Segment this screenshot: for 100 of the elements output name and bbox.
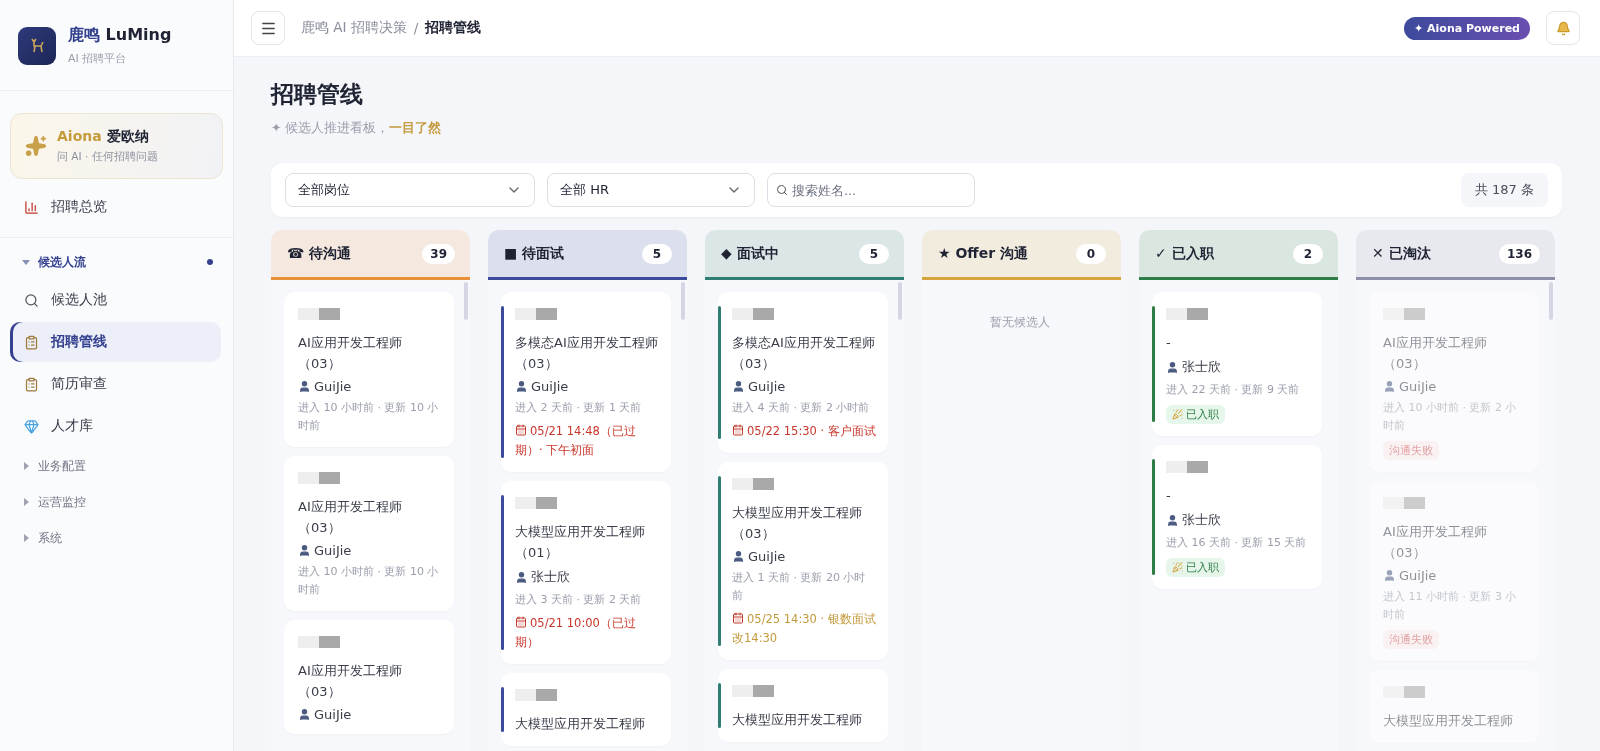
candidate-card[interactable]: AI应用开发工程师（03） GuiJie — [284, 620, 454, 734]
search-field[interactable]: 搜索姓名... — [767, 173, 975, 207]
candidate-card[interactable]: 多模态AI应用开发工程师（03） GuiJie 进入 4 天前 · 更新 2 小时前 05/22 15:30 · 客户面试 — [718, 292, 888, 453]
column-title: ■ 待面试 — [504, 244, 565, 263]
candidate-card[interactable]: - 张士欣 进入 16 天前 · 更新 15 天前 已入职 — [1152, 445, 1322, 589]
recruiter-name: GuiJie — [531, 379, 569, 394]
bell-icon — [1555, 20, 1571, 36]
time-info: 进入 1 天前 · 更新 20 小时前 — [732, 570, 867, 604]
scrollbar-thumb[interactable] — [681, 282, 685, 320]
job-title: 大模型应用开发工程师 — [732, 711, 863, 729]
scrollbar-thumb[interactable] — [464, 282, 468, 320]
caret-icon — [22, 498, 30, 506]
interview-schedule: 05/25 14:30 · 银数面试改14:30 — [732, 611, 876, 647]
job-title: 大模型应用开发工程师（01） — [515, 523, 646, 562]
job-title: AI应用开发工程师（03） — [298, 662, 403, 701]
nav-group[interactable]: 运营监控 — [0, 484, 233, 520]
search-icon — [776, 184, 788, 196]
menu-button[interactable] — [251, 11, 285, 45]
job-title: - — [1166, 334, 1172, 352]
column-title: ★ Offer 沟通 — [938, 244, 1028, 263]
filter-select[interactable]: 全部岗位 — [285, 173, 535, 207]
redacted-name — [298, 308, 340, 320]
recruiter-name: 张士欣 — [531, 568, 570, 586]
redacted-name — [1166, 461, 1208, 473]
person-icon — [1166, 513, 1179, 527]
nav-item[interactable]: 招聘总览 — [10, 187, 221, 227]
nav-group[interactable]: 系统 — [0, 520, 233, 556]
nav-item[interactable]: 简历审查 — [10, 364, 221, 404]
candidate-card[interactable]: - 张士欣 进入 22 天前 · 更新 9 天前 已入职 — [1152, 292, 1322, 436]
time-info: 进入 4 天前 · 更新 2 小时前 — [732, 400, 871, 416]
status-tag: 已入职 — [1166, 558, 1225, 577]
recruiter-name: 张士欣 — [1182, 511, 1221, 529]
person-icon — [732, 550, 745, 563]
interview-schedule: 05/22 15:30 · 客户面试 — [732, 422, 876, 441]
notification-button[interactable] — [1546, 11, 1580, 45]
redacted-name — [1383, 686, 1425, 698]
caret-icon — [22, 462, 30, 470]
redacted-name — [298, 636, 340, 648]
job-title: 大模型应用开发工程师（03） — [732, 504, 863, 543]
column-count: 5 — [642, 243, 672, 264]
redacted-name — [1166, 308, 1208, 320]
candidate-card[interactable]: 多模态AI应用开发工程师（03） GuiJie 进入 2 天前 · 更新 1 天前 05/21 14:48（已过期）· 下午初面 — [501, 292, 671, 472]
time-info: 进入 2 天前 · 更新 1 天前 — [515, 400, 643, 416]
nav-item[interactable]: 招聘管线 — [10, 322, 221, 362]
gem-icon — [24, 418, 39, 434]
caret-icon — [22, 258, 30, 266]
nav-group[interactable]: 业务配置 — [0, 448, 233, 484]
chart-icon — [24, 199, 39, 215]
candidate-card[interactable]: 大模型应用开发工程师（01） 张士欣 进入 3 天前 · 更新 2 天前 05/21 10:00（已过期） — [501, 481, 671, 664]
job-title: AI应用开发工程师（03） — [298, 334, 403, 373]
job-title: 多模态AI应用开发工程师（03） — [515, 334, 659, 373]
column-count: 0 — [1076, 243, 1106, 264]
redacted-name — [732, 308, 774, 320]
person-icon — [298, 708, 311, 721]
calendar-icon — [515, 616, 527, 628]
nav-item[interactable]: 候选人池 — [10, 280, 221, 320]
sparkle-icon — [25, 135, 47, 157]
column-count: 39 — [422, 243, 455, 264]
status-tag: 沟通失败 — [1383, 630, 1439, 649]
scrollbar-thumb[interactable] — [1549, 282, 1553, 320]
candidate-card[interactable]: 大模型应用开发工程师 — [718, 669, 888, 742]
filter-select[interactable]: 全部 HR — [547, 173, 755, 207]
job-title: AI应用开发工程师（03） — [1383, 334, 1488, 373]
nav-item[interactable]: 人才库 — [10, 406, 221, 446]
time-info: 进入 22 天前 · 更新 9 天前 — [1166, 382, 1301, 398]
scrollbar-thumb[interactable] — [898, 282, 902, 320]
calendar-icon — [732, 424, 744, 436]
column-count: 2 — [1293, 243, 1323, 264]
person-icon — [1383, 380, 1396, 393]
time-info: 进入 10 小时前 · 更新 10 小时前 — [298, 400, 440, 434]
redacted-name — [515, 308, 557, 320]
breadcrumb-link[interactable]: 招聘管线 — [425, 19, 482, 37]
candidate-card[interactable]: AI应用开发工程师（03） GuiJie 进入 10 小时前 · 更新 10 小时前 — [284, 456, 454, 611]
candidate-card[interactable]: 大模型应用开发工程师 — [501, 673, 671, 746]
party-icon — [1172, 562, 1183, 573]
recruiter-name: GuiJie — [748, 379, 786, 394]
breadcrumb-separator: / — [413, 20, 419, 36]
recruiter-name: GuiJie — [314, 707, 352, 722]
search-icon — [24, 292, 39, 308]
recruiter-name: GuiJie — [748, 549, 786, 564]
redacted-name — [298, 472, 340, 484]
redacted-name — [732, 685, 774, 697]
column-title: ◆ 面试中 — [721, 244, 779, 263]
interview-schedule: 05/21 10:00（已过期） — [515, 615, 637, 651]
candidate-card[interactable]: 大模型应用开发工程师（03） GuiJie 进入 1 天前 · 更新 20 小时前 05/25 14:30 · 银数面试改14:30 — [718, 462, 888, 660]
person-icon — [298, 544, 311, 557]
recruiter-name: GuiJie — [1399, 568, 1437, 583]
recruiter-name: 张士欣 — [1182, 358, 1221, 376]
job-title: - — [1166, 487, 1172, 505]
clipboard-icon — [24, 334, 39, 350]
nav-group[interactable]: 候选人流 — [0, 244, 233, 280]
assistant-name: Aiona 爱欧纳 — [57, 128, 150, 146]
redacted-name — [515, 689, 557, 701]
assistant-button[interactable]: Aiona 爱欧纳 问 AI · 任何招聘问题 — [10, 113, 223, 179]
column-count: 5 — [859, 243, 889, 264]
status-tag: 已入职 — [1166, 405, 1225, 424]
candidate-card[interactable]: AI应用开发工程师（03） GuiJie 进入 10 小时前 · 更新 10 小时前 — [284, 292, 454, 447]
redacted-name — [732, 478, 774, 490]
time-info: 进入 16 天前 · 更新 15 天前 — [1166, 535, 1308, 551]
recruiter-name: GuiJie — [314, 543, 352, 558]
